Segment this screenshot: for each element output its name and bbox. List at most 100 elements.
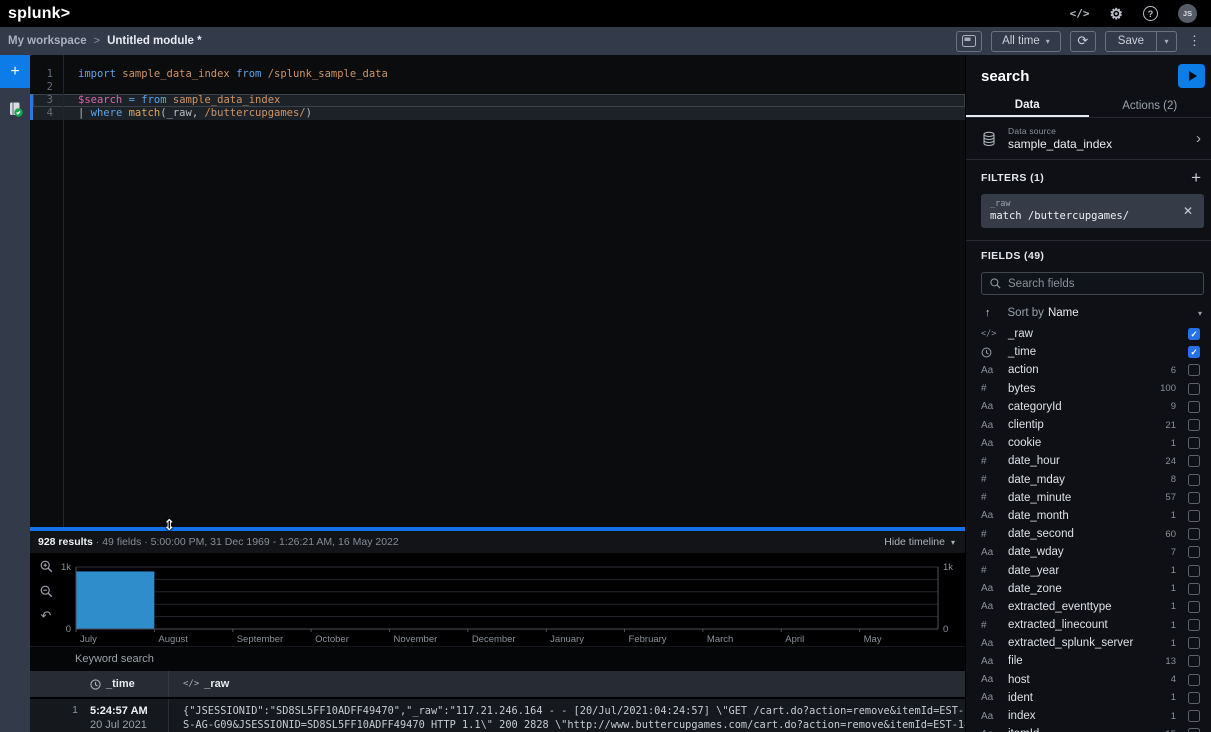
field-checkbox[interactable] xyxy=(1188,364,1200,376)
field-row-host[interactable]: Aahost4 xyxy=(966,671,1211,689)
undo-zoom-icon[interactable]: ↶ xyxy=(41,609,52,623)
field-checkbox[interactable] xyxy=(1188,419,1200,431)
field-row-categoryId[interactable]: AacategoryId9 xyxy=(966,398,1211,416)
add-module-button[interactable]: + xyxy=(0,55,30,88)
field-row-extracted_linecount[interactable]: #extracted_linecount1 xyxy=(966,616,1211,634)
field-checkbox[interactable] xyxy=(1188,619,1200,631)
raw-column-header[interactable]: </> _raw xyxy=(168,671,965,697)
field-row-extracted_eventtype[interactable]: Aaextracted_eventtype1 xyxy=(966,598,1211,616)
remove-filter-icon[interactable]: ✕ xyxy=(1181,204,1195,218)
code-icon[interactable]: </> xyxy=(1070,7,1090,20)
time-range-picker[interactable]: All time ▾ xyxy=(991,31,1061,52)
zoom-out-icon[interactable] xyxy=(40,584,53,598)
field-row-extracted_splunk_server[interactable]: Aaextracted_splunk_server1 xyxy=(966,634,1211,652)
fields-sort-row[interactable]: ↑ Sort by Name ▾ xyxy=(966,303,1211,325)
gear-icon[interactable]: ⚙ xyxy=(1110,5,1123,23)
refresh-button[interactable]: ⟳ xyxy=(1070,31,1096,52)
code-line[interactable]: 1import sample_data_index from /splunk_s… xyxy=(30,68,965,81)
table-row[interactable]: 15:24:57 AM20 Jul 2021{"JSESSIONID":"SD8… xyxy=(30,697,965,732)
field-checkbox[interactable]: ✓ xyxy=(1188,346,1200,358)
field-row-date_year[interactable]: #date_year1 xyxy=(966,561,1211,579)
save-options-button[interactable]: ▾ xyxy=(1157,31,1177,52)
field-name: date_second xyxy=(1008,528,1165,540)
field-count: 1 xyxy=(1171,620,1176,631)
hide-timeline-toggle[interactable]: Hide timeline ▾ xyxy=(884,536,955,548)
field-checkbox[interactable]: ✓ xyxy=(1188,328,1200,340)
field-checkbox[interactable] xyxy=(1188,692,1200,704)
field-checkbox[interactable] xyxy=(1188,583,1200,595)
field-checkbox[interactable] xyxy=(1188,455,1200,467)
field-row-date_second[interactable]: #date_second60 xyxy=(966,525,1211,543)
field-checkbox[interactable] xyxy=(1188,401,1200,413)
field-count: 1 xyxy=(1171,711,1176,722)
time-column-label: _time xyxy=(106,678,135,690)
field-row-ident[interactable]: Aaident1 xyxy=(966,689,1211,707)
timeline-chart[interactable]: 001k1kJulyAugustSeptemberOctoberNovember… xyxy=(58,555,963,645)
field-name: date_month xyxy=(1008,510,1171,522)
field-row-index[interactable]: Aaindex1 xyxy=(966,707,1211,725)
field-row-date_zone[interactable]: Aadate_zone1 xyxy=(966,580,1211,598)
layout-toggle-button[interactable] xyxy=(956,31,982,52)
help-icon[interactable]: ? xyxy=(1143,6,1158,21)
field-checkbox[interactable] xyxy=(1188,710,1200,722)
zoom-in-icon[interactable] xyxy=(40,559,53,573)
fields-header-row: FIELDS (49) xyxy=(966,241,1211,268)
results-header: 928 results · 49 fields · 5:00:00 PM, 31… xyxy=(30,531,965,553)
field-checkbox[interactable] xyxy=(1188,565,1200,577)
string-type-icon: Aa xyxy=(981,420,1008,431)
spl-code-editor[interactable]: 1import sample_data_index from /splunk_s… xyxy=(30,55,965,527)
run-search-button[interactable] xyxy=(1178,64,1205,88)
fields-search-input[interactable] xyxy=(1008,278,1195,290)
save-button[interactable]: Save xyxy=(1105,31,1157,52)
code-line[interactable]: 4| where match(_raw, /buttercupgames/) xyxy=(30,107,965,120)
time-column-header[interactable]: _time xyxy=(90,678,168,690)
field-count: 60 xyxy=(1165,529,1176,540)
code-line[interactable]: 2 xyxy=(30,81,965,94)
field-checkbox[interactable] xyxy=(1188,674,1200,686)
data-source-row[interactable]: Data source sample_data_index › xyxy=(966,118,1211,160)
user-avatar[interactable]: JS xyxy=(1178,4,1197,23)
field-checkbox[interactable] xyxy=(1188,728,1200,732)
field-count: 100 xyxy=(1160,383,1176,394)
field-row-file[interactable]: Aafile13 xyxy=(966,652,1211,670)
field-row-_time[interactable]: _time✓ xyxy=(966,343,1211,361)
results-table-header: _time </> _raw xyxy=(30,671,965,697)
tab-actions-2-[interactable]: Actions (2) xyxy=(1089,94,1211,117)
events-timeline: ↶ 001k1kJulyAugustSeptemberOctoberNovemb… xyxy=(30,553,965,646)
field-row-itemId[interactable]: AaitemId15 xyxy=(966,725,1211,732)
field-checkbox[interactable] xyxy=(1188,383,1200,395)
field-name: date_wday xyxy=(1008,546,1171,558)
field-checkbox[interactable] xyxy=(1188,492,1200,504)
field-checkbox[interactable] xyxy=(1188,637,1200,649)
field-row-cookie[interactable]: Aacookie1 xyxy=(966,434,1211,452)
tab-data[interactable]: Data xyxy=(966,94,1089,117)
add-filter-icon[interactable]: + xyxy=(1191,169,1201,186)
field-count: 7 xyxy=(1171,547,1176,558)
field-row-action[interactable]: Aaaction6 xyxy=(966,361,1211,379)
module-toolbar: My workspace > Untitled module * All tim… xyxy=(0,27,1211,55)
keyword-search-input[interactable] xyxy=(30,647,965,671)
module-item[interactable] xyxy=(0,94,30,124)
more-options-icon[interactable]: ⋮ xyxy=(1186,33,1203,49)
field-checkbox[interactable] xyxy=(1188,655,1200,667)
field-checkbox[interactable] xyxy=(1188,474,1200,486)
raw-column-label: _raw xyxy=(204,678,229,690)
breadcrumb-workspace[interactable]: My workspace xyxy=(8,35,87,47)
field-checkbox[interactable] xyxy=(1188,510,1200,522)
field-row-date_month[interactable]: Aadate_month1 xyxy=(966,507,1211,525)
filter-chip[interactable]: _raw match /buttercupgames/ ✕ xyxy=(981,194,1204,228)
field-row-date_mday[interactable]: #date_mday8 xyxy=(966,471,1211,489)
field-checkbox[interactable] xyxy=(1188,601,1200,613)
field-row-_raw[interactable]: </>_raw✓ xyxy=(966,325,1211,343)
field-row-date_hour[interactable]: #date_hour24 xyxy=(966,452,1211,470)
field-row-date_wday[interactable]: Aadate_wday7 xyxy=(966,543,1211,561)
field-row-clientip[interactable]: Aaclientip21 xyxy=(966,416,1211,434)
field-name: itemId xyxy=(1008,728,1165,732)
field-checkbox[interactable] xyxy=(1188,437,1200,449)
string-type-icon: Aa xyxy=(981,401,1008,412)
code-line[interactable]: 3$search = from sample_data_index xyxy=(30,94,965,107)
field-row-date_minute[interactable]: #date_minute57 xyxy=(966,489,1211,507)
field-checkbox[interactable] xyxy=(1188,546,1200,558)
field-row-bytes[interactable]: #bytes100 xyxy=(966,380,1211,398)
field-checkbox[interactable] xyxy=(1188,528,1200,540)
